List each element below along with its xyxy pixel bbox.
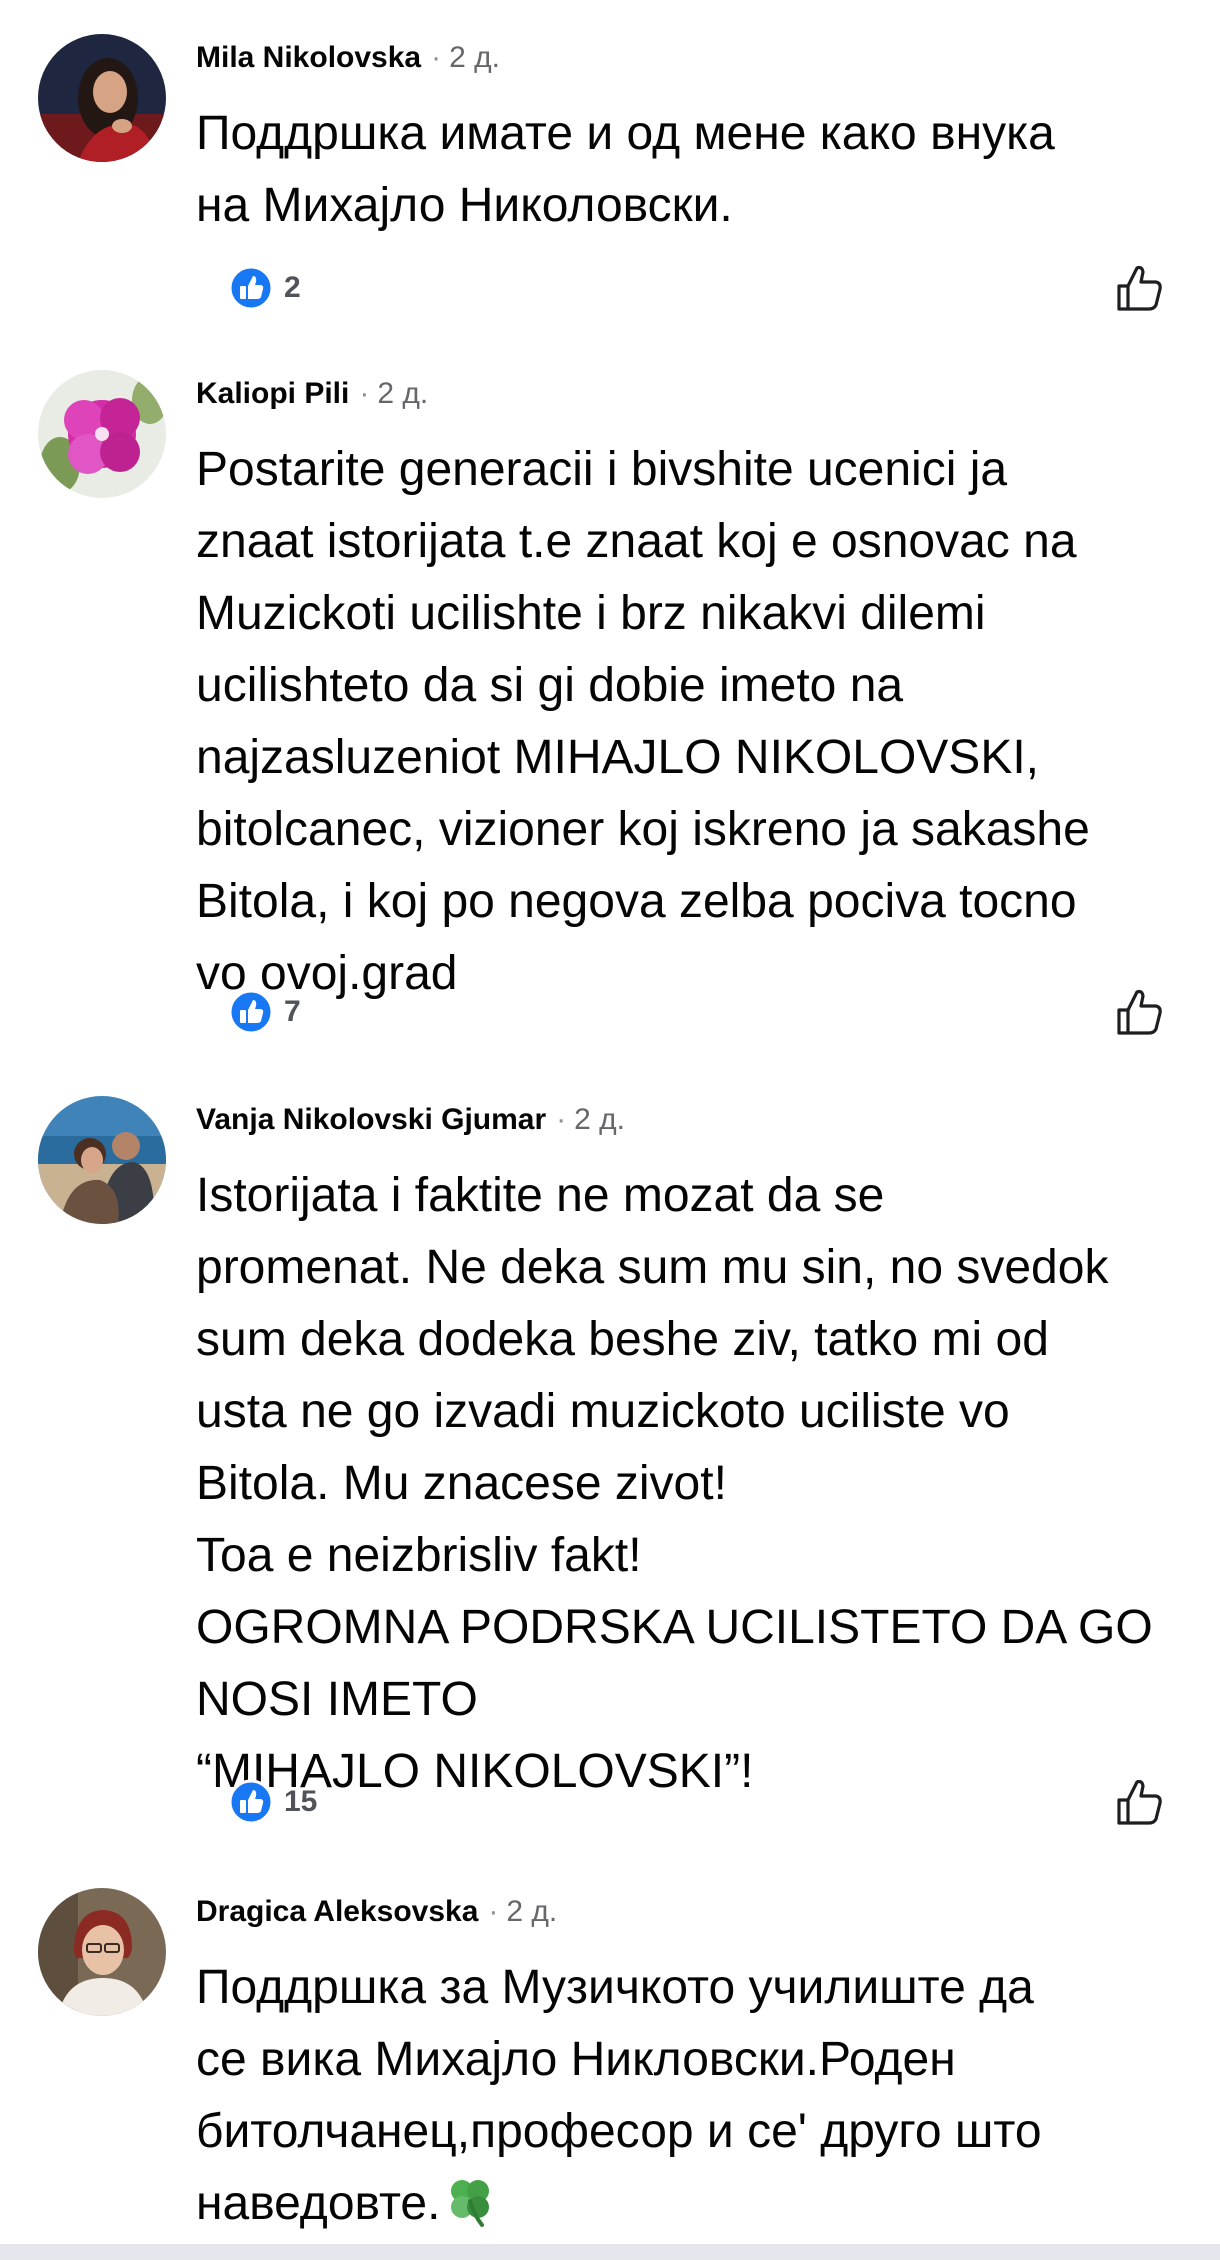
comment-text: Postarite generacii i bivshite ucenici j… [196,443,1090,1000]
like-button[interactable] [1114,1776,1166,1828]
timestamp[interactable]: 2 д. [574,1103,625,1137]
reaction-count: 2 [284,271,301,304]
like-reaction-icon [228,265,274,311]
reaction-summary[interactable]: 7 [228,988,301,1036]
author-name[interactable]: Kaliopi Pili [196,377,349,411]
like-button[interactable] [1114,262,1166,314]
comment-header: Mila Nikolovska · 2 д. [196,36,500,80]
reaction-count: 15 [284,1785,318,1818]
comment-header: Dragica Aleksovska · 2 д. [196,1890,557,1934]
avatar[interactable] [38,370,166,498]
separator-dot: · [359,377,370,410]
author-name[interactable]: Mila Nikolovska [196,41,421,75]
thumbs-up-outline-icon [1117,1779,1162,1825]
avatar[interactable] [38,1096,166,1224]
timestamp[interactable]: 2 д. [449,41,500,75]
thumbs-up-outline-icon [1117,989,1162,1035]
comment-text: Istorijata i faktite ne mozat da se prom… [196,1169,1153,1798]
bottom-divider [0,2244,1220,2260]
avatar[interactable] [38,34,166,162]
timestamp[interactable]: 2 д. [377,377,428,411]
comment-header: Kaliopi Pili · 2 д. [196,372,428,416]
reaction-summary[interactable]: 2 [228,264,301,312]
four-leaf-clover-icon [451,2180,490,2227]
comment-text-content: Поддршка за Музичкото училиште да се вик… [196,1961,1042,2230]
comment-text: Поддршка имате и од мене како внука на М… [196,107,1055,232]
separator-dot: · [431,41,442,74]
thumbs-up-outline-icon [1117,265,1162,311]
separator-dot: · [488,1895,499,1928]
like-reaction-icon [228,989,274,1035]
like-button[interactable] [1114,986,1166,1038]
like-reaction-icon [228,1779,274,1825]
separator-dot: · [556,1103,567,1136]
avatar[interactable] [38,1888,166,2016]
timestamp[interactable]: 2 д. [506,1895,557,1929]
comment-text: Поддршка за Музичкото училиште да се вик… [196,1952,1196,2240]
author-name[interactable]: Vanja Nikolovski Gjumar [196,1103,546,1137]
reaction-summary[interactable]: 15 [228,1778,317,1826]
author-name[interactable]: Dragica Aleksovska [196,1895,478,1929]
reaction-count: 7 [284,995,301,1028]
comment-header: Vanja Nikolovski Gjumar · 2 д. [196,1098,625,1142]
